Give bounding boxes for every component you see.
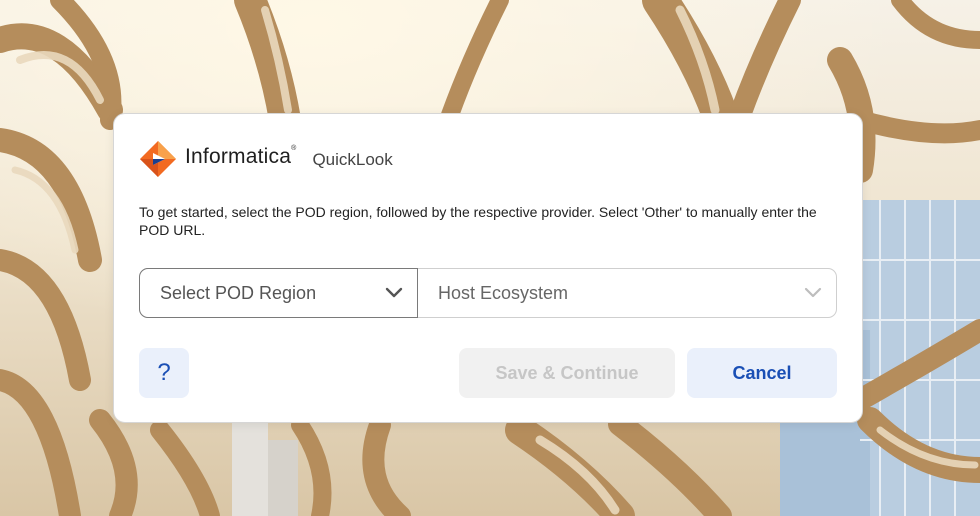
help-button[interactable]: ? bbox=[139, 348, 189, 398]
cancel-button[interactable]: Cancel bbox=[687, 348, 837, 398]
logo-wordmark: Informatica® bbox=[185, 145, 297, 168]
informatica-logo-icon bbox=[140, 141, 176, 177]
pod-region-select[interactable]: Select POD Region bbox=[139, 268, 418, 318]
brand-header: Informatica® QuickLook bbox=[139, 140, 393, 178]
chevron-down-icon bbox=[804, 287, 822, 298]
quicklook-setup-dialog: Informatica® QuickLook To get started, s… bbox=[113, 113, 863, 423]
host-ecosystem-placeholder: Host Ecosystem bbox=[438, 282, 569, 303]
pod-region-placeholder: Select POD Region bbox=[160, 282, 317, 303]
intro-text: To get started, select the POD region, f… bbox=[139, 204, 817, 238]
trademark-symbol: ® bbox=[291, 145, 297, 152]
host-ecosystem-select[interactable]: Host Ecosystem bbox=[418, 269, 836, 317]
chevron-down-icon bbox=[385, 287, 403, 298]
pod-selection-group: Select POD Region Host Ecosystem bbox=[139, 268, 837, 318]
save-continue-button[interactable]: Save & Continue bbox=[459, 348, 675, 398]
product-name: QuickLook bbox=[312, 150, 393, 169]
